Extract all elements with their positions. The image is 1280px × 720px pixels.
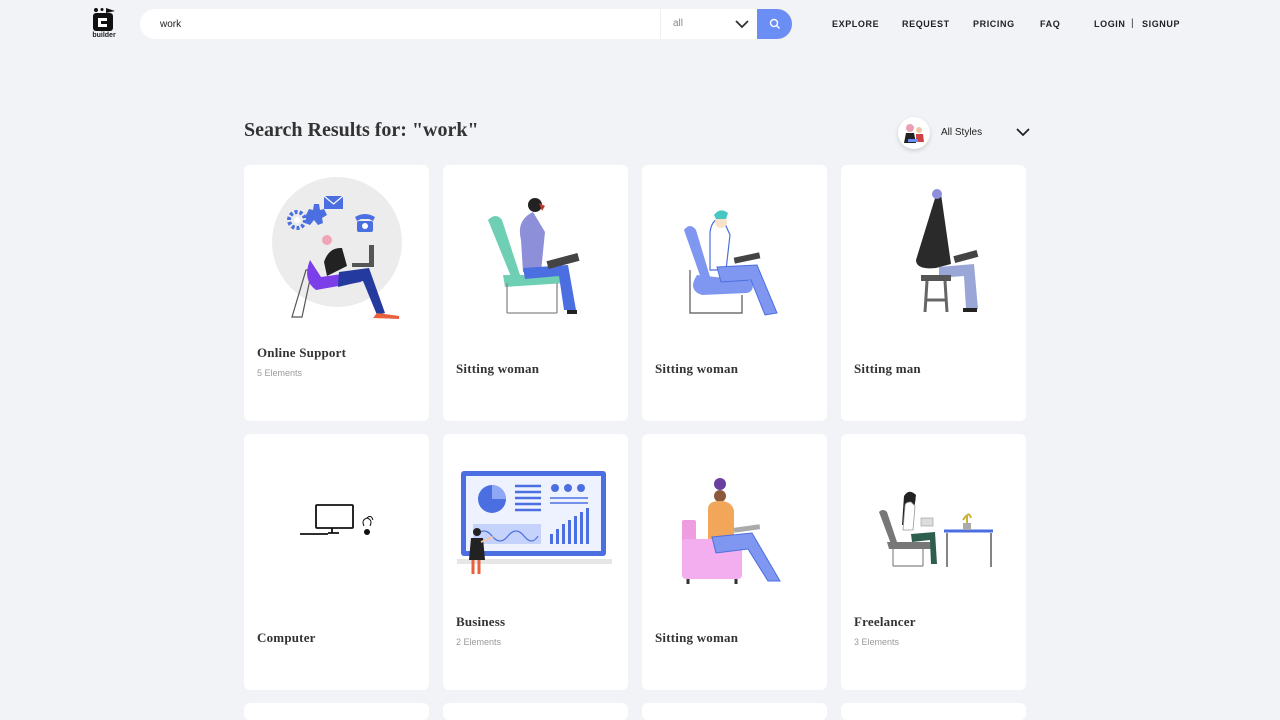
result-card[interactable] [642,703,827,720]
nav-request[interactable]: REQUEST [902,19,950,29]
chevron-down-icon [735,20,749,29]
card-subtitle: 5 Elements [257,368,303,378]
result-card[interactable]: Sitting man [841,165,1026,421]
sitting-woman-illustration [488,198,580,314]
card-title: Sitting woman [655,630,739,645]
card-subtitle: 3 Elements [854,637,900,647]
search-bar: all [140,9,792,39]
result-card[interactable]: Freelancer 3 Elements [841,434,1026,690]
computer-illustration [300,504,374,535]
result-card[interactable]: Sitting woman [443,165,628,421]
style-filter-label: All Styles [941,127,983,138]
result-card[interactable]: Online Support 5 Elements [244,165,429,421]
freelancer-illustration [879,491,993,567]
style-avatar [898,117,930,149]
result-card[interactable] [443,703,628,720]
signup-link[interactable]: SIGNUP [1142,19,1180,29]
builder-logo-icon [93,8,115,31]
result-card[interactable]: Business 2 Elements [443,434,628,690]
card-title: Online Support [257,345,347,360]
card-title: Business [456,614,506,629]
nav-faq[interactable]: FAQ [1040,19,1060,29]
card-title: Computer [257,630,316,645]
card-title: Sitting woman [456,361,540,376]
logo-text: builder [92,32,116,39]
result-card[interactable]: Computer [244,434,429,690]
search-button[interactable] [757,9,792,39]
category-select[interactable]: all [661,9,757,39]
online-support-illustration [272,177,402,319]
style-filter-dropdown[interactable]: All Styles [898,117,1038,149]
sitting-woman-illustration [682,478,781,584]
result-card[interactable]: Sitting woman [642,165,827,421]
business-dashboard-illustration [457,471,612,574]
nav-explore[interactable]: EXPLORE [832,19,879,29]
sitting-man-illustration [916,189,979,313]
result-card[interactable]: Sitting woman [642,434,827,690]
card-title: Sitting woman [655,361,739,376]
login-link[interactable]: LOGIN [1094,19,1126,29]
result-card[interactable] [841,703,1026,720]
category-select-value: all [673,18,684,29]
card-subtitle: 2 Elements [456,637,502,647]
card-title: Sitting man [854,361,921,376]
style-thumbnail-icon [904,124,924,143]
chevron-down-icon [1016,128,1030,137]
nav-separator: | [1131,18,1134,29]
search-input[interactable] [140,9,660,39]
nav-pricing[interactable]: PRICING [973,19,1015,29]
search-icon [769,18,780,29]
sitting-woman-illustration [684,210,778,316]
result-card[interactable] [244,703,429,720]
page-title: Search Results for: "work" [244,119,479,141]
builder-logo[interactable]: builder [90,7,118,41]
card-title: Freelancer [854,614,916,629]
